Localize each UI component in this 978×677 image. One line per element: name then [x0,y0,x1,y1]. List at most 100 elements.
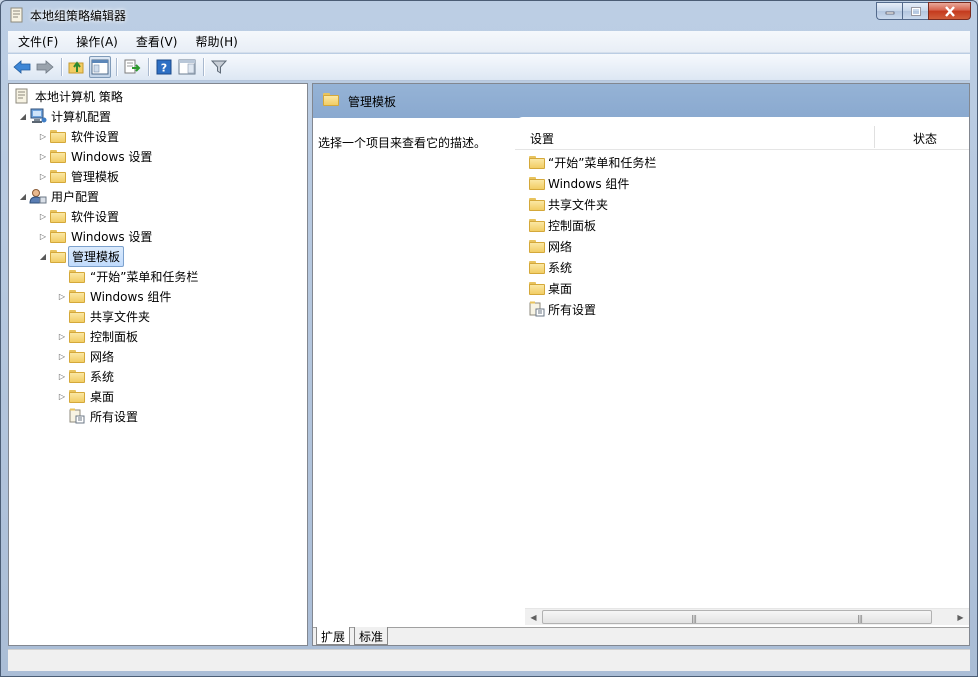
forward-button[interactable] [34,56,56,78]
list-item-label: 网络 [548,239,573,254]
list-item[interactable]: 共享文件夹 [529,194,608,214]
scroll-left-arrow-icon[interactable]: ◀ [525,609,542,625]
tree-item-cc-windows-settings[interactable]: ▷ Windows 设置 [37,146,152,166]
back-button[interactable] [11,56,33,78]
expand-triangle-icon[interactable]: ▷ [37,130,49,142]
all-settings-icon [529,301,545,317]
expand-triangle-icon[interactable]: ▷ [56,370,68,382]
expand-triangle-icon[interactable]: ▷ [37,170,49,182]
svg-text:?: ? [161,62,167,75]
tree-item-cc-admin-templates[interactable]: ▷ 管理模板 [37,166,119,186]
tree-label: Windows 设置 [71,149,153,164]
folder-icon [529,238,545,254]
tree-item-local-computer-policy[interactable]: 本地计算机 策略 [13,86,123,106]
tree-item-all-settings[interactable]: 所有设置 [56,406,138,426]
tree-item-network[interactable]: ▷ 网络 [56,346,114,366]
folder-up-icon [68,61,84,74]
toolbar-separator [148,58,149,76]
scroll-grip-icon: ||| [857,614,863,623]
expand-triangle-icon[interactable]: ▷ [56,350,68,362]
tree-label: 本地计算机 策略 [35,89,123,104]
list-item[interactable]: 桌面 [529,278,572,298]
collapse-triangle-icon[interactable]: ◢ [37,250,49,262]
console-tree-icon [91,59,109,75]
tree-label: 控制面板 [90,329,139,344]
tree-item-system[interactable]: ▷ 系统 [56,366,114,386]
export-list-button[interactable] [121,56,143,78]
list-item[interactable]: 所有设置 [529,299,596,319]
policy-app-icon [9,7,25,23]
tree-item-shared-folders[interactable]: 共享文件夹 [56,306,150,326]
collapse-triangle-icon[interactable]: ◢ [17,190,29,202]
folder-icon [529,217,545,233]
tree-item-cc-software-settings[interactable]: ▷ 软件设置 [37,126,119,146]
expand-triangle-icon[interactable]: ▷ [37,150,49,162]
column-header-state[interactable]: 状态 [913,130,937,147]
menu-file[interactable]: 文件(F) [10,32,66,52]
tree-label: 所有设置 [90,409,139,424]
scroll-thumb[interactable]: ||| ||| [542,610,932,624]
folder-icon [49,128,67,144]
list-column-header: 设置 状态 [515,126,969,150]
user-icon [29,188,47,204]
filter-button[interactable] [208,56,230,78]
tree-item-control-panel[interactable]: ▷ 控制面板 [56,326,138,346]
title-bar[interactable]: 本地组策略编辑器 [1,1,977,31]
collapse-triangle-icon[interactable]: ◢ [17,110,29,122]
tree-item-uc-admin-templates[interactable]: ◢ 管理模板 [37,245,125,267]
folder-icon [49,168,67,184]
expand-triangle-icon[interactable]: ▷ [56,290,68,302]
list-item[interactable]: 系统 [529,257,572,277]
list-item-label: 控制面板 [548,218,597,233]
list-item-label: 共享文件夹 [548,197,609,212]
tree-item-windows-components[interactable]: ▷ Windows 组件 [56,286,171,306]
tree-label: 共享文件夹 [90,309,151,324]
back-arrow-icon [13,60,31,74]
tree-item-uc-software-settings[interactable]: ▷ 软件设置 [37,206,119,226]
menu-help[interactable]: 帮助(H) [187,32,245,52]
menu-action[interactable]: 操作(A) [68,32,126,52]
help-button[interactable]: ? [153,56,175,78]
folder-icon [68,328,86,344]
expand-triangle-icon[interactable]: ▷ [37,230,49,242]
up-level-button[interactable] [66,56,88,78]
tree-item-desktop[interactable]: ▷ 桌面 [56,386,114,406]
tree-item-uc-windows-settings[interactable]: ▷ Windows 设置 [37,226,152,246]
tree-label: 系统 [90,369,115,384]
list-item-label: 所有设置 [548,302,597,317]
scroll-right-arrow-icon[interactable]: ▶ [952,609,969,625]
list-item-label: “开始”菜单和任务栏 [548,155,657,170]
toolbar: ? [8,54,970,81]
list-item[interactable]: 网络 [529,236,572,256]
list-item[interactable]: 控制面板 [529,215,596,235]
tree-item-computer-config[interactable]: ◢ 计算机配置 [17,106,111,126]
close-button[interactable] [928,2,971,20]
maximize-button[interactable] [902,2,928,20]
expand-triangle-icon[interactable]: ▷ [56,330,68,342]
show-hide-action-pane-button[interactable] [176,56,198,78]
tree-item-start-menu-taskbar[interactable]: “开始”菜单和任务栏 [56,266,198,286]
tree-label: “开始”菜单和任务栏 [90,269,199,284]
forward-arrow-icon [36,60,54,74]
folder-icon [49,208,67,224]
settings-list-view[interactable]: 设置 状态 “开始”菜单和任务栏 Windows 组件 共享文件夹 控制面板 网… [515,117,969,625]
tree-label: 计算机配置 [51,109,112,124]
menu-bar: 文件(F) 操作(A) 查看(V) 帮助(H) [8,31,970,53]
tab-standard[interactable]: 标准 [354,627,389,645]
column-divider[interactable] [874,126,875,148]
horizontal-scrollbar[interactable]: ◀ ||| ||| ▶ [525,608,969,625]
show-hide-console-tree-button[interactable] [89,56,111,78]
tab-extended[interactable]: 扩展 [316,627,351,645]
minimize-button[interactable] [876,2,902,20]
menu-view[interactable]: 查看(V) [128,32,186,52]
console-tree-pane[interactable]: 本地计算机 策略 ◢ 计算机配置 ▷ 软件设置 ▷ Windows 设置 ▷ 管… [8,83,308,646]
expand-triangle-icon[interactable]: ▷ [37,210,49,222]
tree-item-user-config[interactable]: ◢ 用户配置 [17,186,99,206]
list-item[interactable]: “开始”菜单和任务栏 [529,152,656,172]
list-item[interactable]: Windows 组件 [529,173,629,193]
all-settings-icon [68,408,86,424]
minimize-icon [885,11,894,15]
column-header-setting[interactable]: 设置 [530,130,554,147]
expand-triangle-icon[interactable]: ▷ [56,390,68,402]
folder-icon [529,196,545,212]
